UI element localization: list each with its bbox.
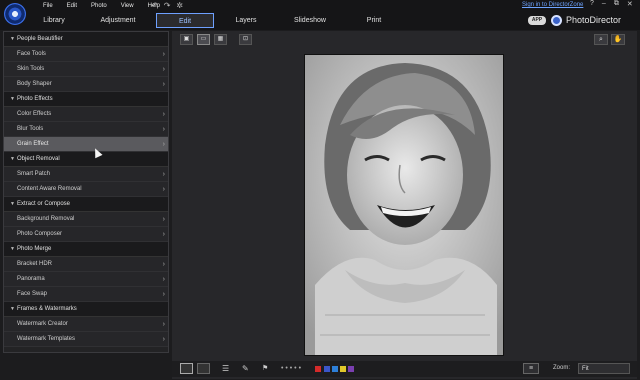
- zoom-tool-icon[interactable]: ⌕: [594, 34, 608, 45]
- chevron-right-icon: ›: [162, 111, 165, 118]
- item-watermark-templates[interactable]: Watermark Templates ›: [4, 332, 168, 347]
- chevron-right-icon: ›: [162, 141, 165, 148]
- chevron-right-icon: ›: [162, 321, 165, 328]
- menu-view[interactable]: View: [114, 2, 141, 10]
- zoom-select[interactable]: Fit: [578, 363, 630, 374]
- section-photo-merge[interactable]: ▼ Photo Merge: [4, 242, 168, 257]
- zoom-label: Zoom:: [553, 365, 571, 371]
- module-tabs: Library Adjustment Edit Layers Slideshow…: [22, 13, 406, 28]
- tab-layers[interactable]: Layers: [214, 13, 278, 28]
- brand-name: PhotoDirector: [566, 15, 622, 25]
- portrait-illustration: [305, 55, 503, 355]
- tab-print[interactable]: Print: [342, 13, 406, 28]
- fit-screen-icon[interactable]: ⊡: [239, 34, 252, 45]
- section-photo-effects[interactable]: ▼ Photo Effects: [4, 92, 168, 107]
- chevron-right-icon: ›: [162, 336, 165, 343]
- color-label-yellow[interactable]: [340, 366, 346, 372]
- chevron-right-icon: ›: [162, 126, 165, 133]
- item-color-effects[interactable]: Color Effects ›: [4, 107, 168, 122]
- item-smart-patch[interactable]: Smart Patch ›: [4, 167, 168, 182]
- sort-icon[interactable]: ☰: [222, 363, 235, 374]
- rating-flag-icon[interactable]: ⚑: [262, 363, 274, 374]
- collapse-triangle-icon: ▼: [10, 96, 15, 102]
- tab-adjustment[interactable]: Adjustment: [86, 13, 150, 28]
- brand-icon: [551, 15, 562, 26]
- collapse-triangle-icon: ▼: [10, 306, 15, 312]
- view-toolbar: ▣ ▭ ▦ ⊡: [180, 34, 252, 45]
- settings-icon[interactable]: ✲: [176, 1, 183, 10]
- quick-actions: ↶ ↷ ✲: [151, 1, 183, 10]
- item-face-tools[interactable]: Face Tools ›: [4, 47, 168, 62]
- grid-view-icon[interactable]: ▦: [214, 34, 227, 45]
- single-view-icon[interactable]: ▭: [197, 34, 210, 45]
- collapse-triangle-icon: ▼: [10, 36, 15, 42]
- section-extract-or-compose[interactable]: ▼ Extract or Compose: [4, 197, 168, 212]
- chevron-right-icon: ›: [162, 216, 165, 223]
- menu-edit[interactable]: Edit: [60, 2, 84, 10]
- window-controls: ? – ⧉ ✕: [590, 0, 633, 8]
- chevron-right-icon: ›: [162, 51, 165, 58]
- undo-icon[interactable]: ↶: [151, 1, 158, 10]
- minimize-button[interactable]: –: [602, 0, 606, 8]
- title-bar: File Edit Photo View Help ↶ ↷ ✲ Library …: [0, 0, 640, 30]
- item-watermark-creator[interactable]: Watermark Creator ›: [4, 317, 168, 332]
- chevron-right-icon: ›: [162, 81, 165, 88]
- color-label-cyan[interactable]: [332, 366, 338, 372]
- item-photo-composer[interactable]: Photo Composer ›: [4, 227, 168, 242]
- chevron-right-icon: ›: [162, 66, 165, 73]
- tab-library[interactable]: Library: [22, 13, 86, 28]
- star-rating[interactable]: • • • • •: [281, 363, 311, 374]
- item-face-swap[interactable]: Face Swap ›: [4, 287, 168, 302]
- maximize-button[interactable]: ⧉: [614, 0, 619, 8]
- item-panorama[interactable]: Panorama ›: [4, 272, 168, 287]
- menu-photo[interactable]: Photo: [84, 2, 114, 10]
- color-label-red[interactable]: [315, 366, 321, 372]
- color-label-blue[interactable]: [324, 366, 330, 372]
- signin-link[interactable]: Sign in to DirectorZone: [522, 2, 583, 8]
- close-button[interactable]: ✕: [627, 0, 633, 8]
- item-skin-tools[interactable]: Skin Tools ›: [4, 62, 168, 77]
- tab-slideshow[interactable]: Slideshow: [278, 13, 342, 28]
- chevron-right-icon: ›: [162, 186, 165, 193]
- pan-hand-icon[interactable]: ✋: [611, 34, 625, 45]
- section-frames-watermarks[interactable]: ▼ Frames & Watermarks: [4, 302, 168, 317]
- collapse-triangle-icon: ▼: [10, 156, 15, 162]
- item-background-removal[interactable]: Background Removal ›: [4, 212, 168, 227]
- single-photo-view-icon[interactable]: [180, 363, 193, 374]
- color-label-purple[interactable]: [348, 366, 354, 372]
- item-blur-tools[interactable]: Blur Tools ›: [4, 122, 168, 137]
- app-badge[interactable]: APP: [528, 16, 546, 25]
- chevron-right-icon: ›: [162, 171, 165, 178]
- edit-tools-panel: ▼ People Beautifier Face Tools › Skin Tool…: [3, 31, 169, 353]
- menu-bar: File Edit Photo View Help: [36, 2, 167, 10]
- chevron-right-icon: ›: [162, 291, 165, 298]
- help-button[interactable]: ?: [590, 0, 594, 8]
- panel-toggle-icon[interactable]: ≡: [523, 363, 539, 374]
- chevron-right-icon: ›: [162, 231, 165, 238]
- section-object-removal[interactable]: ▼ Object Removal: [4, 152, 168, 167]
- compare-view-icon[interactable]: ▣: [180, 34, 193, 45]
- brush-icon[interactable]: ✎: [242, 363, 254, 374]
- chevron-right-icon: ›: [162, 276, 165, 283]
- collapse-triangle-icon: ▼: [10, 201, 15, 207]
- chevron-right-icon: ›: [162, 261, 165, 268]
- item-content-aware-removal[interactable]: Content Aware Removal ›: [4, 182, 168, 197]
- tab-edit[interactable]: Edit: [156, 13, 214, 28]
- collapse-triangle-icon: ▼: [10, 246, 15, 252]
- item-grain-effect[interactable]: Grain Effect ›: [4, 137, 168, 152]
- item-bracket-hdr[interactable]: Bracket HDR ›: [4, 257, 168, 272]
- section-people-beautifier[interactable]: ▼ People Beautifier: [4, 32, 168, 47]
- menu-file[interactable]: File: [36, 2, 60, 10]
- portrait-photo: [304, 54, 504, 356]
- item-body-shaper[interactable]: Body Shaper ›: [4, 77, 168, 92]
- redo-icon[interactable]: ↷: [164, 1, 171, 10]
- side-by-side-view-icon[interactable]: [197, 363, 210, 374]
